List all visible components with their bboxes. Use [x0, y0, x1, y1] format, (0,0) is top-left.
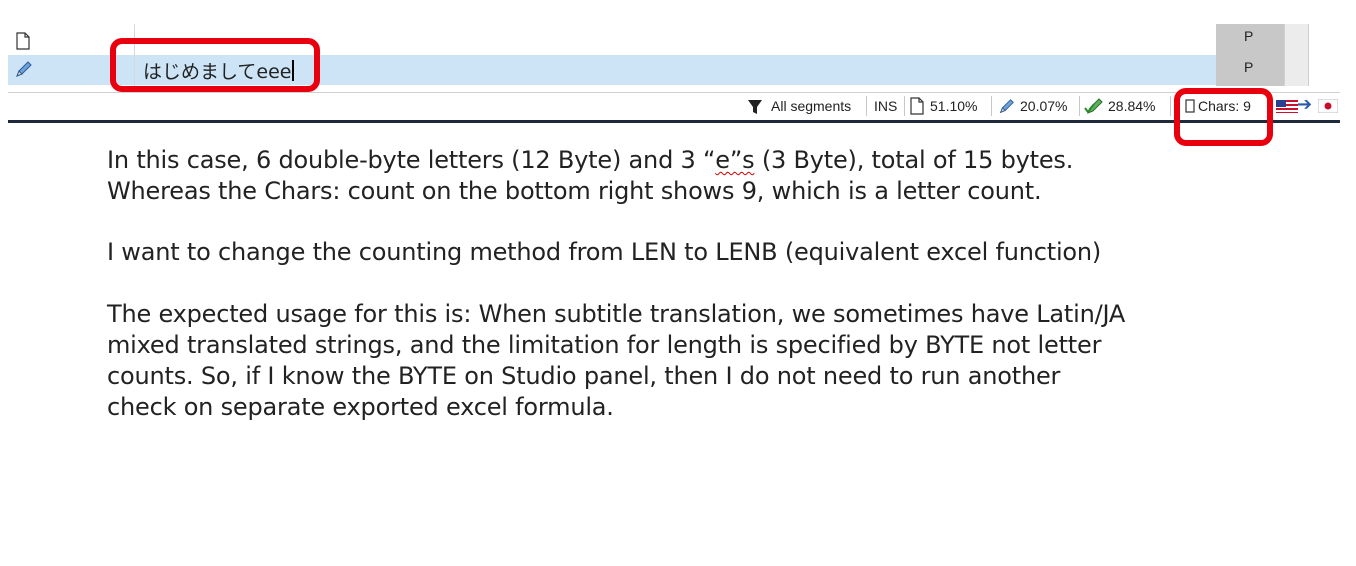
body-paragraph-3-line-2: mixed translated strings, and the limita…	[107, 331, 1102, 359]
pencil-icon	[999, 99, 1014, 114]
filter-icon[interactable]	[747, 99, 763, 115]
document-icon	[16, 32, 30, 50]
status-bar: All segments INS 51.10% 20.07% 28.84% Ch…	[8, 92, 1340, 119]
filter-label[interactable]: All segments	[771, 98, 851, 114]
body-paragraph-3-line-1: The expected usage for this is: When sub…	[107, 300, 1126, 328]
confirmed-pencil-icon	[1084, 98, 1103, 114]
pencil-icon	[16, 61, 32, 77]
editor-right-margin	[1308, 24, 1341, 86]
status-separator	[1170, 96, 1171, 116]
body-paragraph-3-line-4: check on separate exported excel formula…	[107, 393, 614, 421]
text-run: (3 Byte), total of 15 bytes.	[754, 146, 1074, 174]
status-separator	[866, 96, 867, 116]
spell-check-word: e”s	[715, 146, 755, 174]
body-paragraph-2-line-1: I want to change the counting method fro…	[107, 238, 1102, 266]
text-run: In this case, 6 double-byte letters (12 …	[107, 146, 716, 174]
insert-mode-indicator[interactable]: INS	[874, 98, 897, 114]
body-paragraph-1-line-2: Whereas the Chars: count on the bottom r…	[107, 177, 1042, 205]
body-paragraph-3-line-3: counts. So, if I know the BYTE on Studio…	[107, 362, 1061, 390]
japan-flag-icon	[1318, 99, 1338, 113]
confirmed-percentage: 28.84%	[1108, 98, 1156, 114]
highlight-box-segment	[110, 38, 320, 92]
highlight-box-chars	[1174, 88, 1273, 146]
panel-divider	[8, 120, 1340, 123]
body-paragraph-1-line-1: In this case, 6 double-byte letters (12 …	[107, 146, 1073, 174]
status-separator	[1079, 96, 1080, 116]
scrollbar-track[interactable]	[1284, 24, 1309, 86]
document-percentage: 51.10%	[930, 98, 978, 114]
segment-status-p-1: P	[1244, 28, 1254, 44]
draft-percentage: 20.07%	[1020, 98, 1068, 114]
arrow-right-icon: ➔	[1297, 94, 1313, 115]
document-icon	[910, 97, 924, 115]
us-flag-icon	[1276, 100, 1298, 113]
segment-status-p-2: P	[1244, 59, 1254, 75]
status-separator	[904, 96, 905, 116]
status-separator	[991, 96, 992, 116]
